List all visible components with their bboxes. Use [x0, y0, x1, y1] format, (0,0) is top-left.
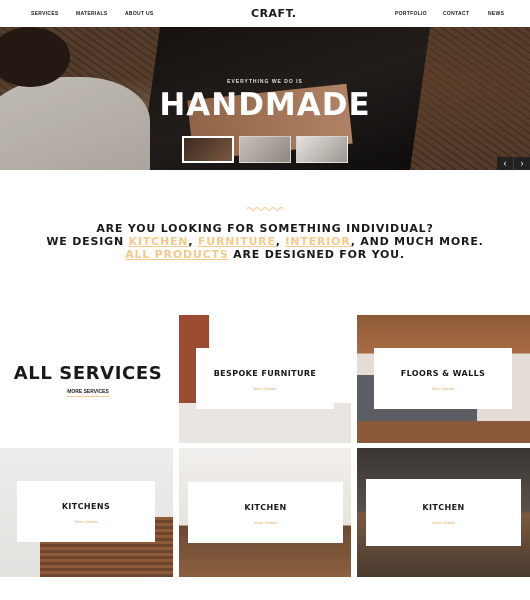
service-card-title: FLOORS & WALLS — [400, 369, 486, 378]
hero-eyebrow: EVERYTHING WE DO IS — [227, 79, 303, 85]
hero-thumbnail-1[interactable] — [182, 136, 234, 163]
service-card[interactable]: KITCHENS More Details — [17, 481, 155, 542]
hero-thumbnail-3[interactable] — [296, 136, 348, 163]
site-logo[interactable]: CRAFT. — [251, 7, 297, 20]
intro-much-more: , AND MUCH MORE. — [350, 235, 484, 248]
nav-contact[interactable]: CONTACT — [443, 11, 469, 17]
service-tile-bespoke-furniture[interactable]: BESPOKE FURNITURE More Details — [179, 315, 351, 443]
link-interior[interactable]: INTERIOR — [285, 235, 350, 248]
slider-next-icon[interactable]: › — [514, 157, 530, 170]
service-tile-floors-walls[interactable]: FLOORS & WALLS More Details — [357, 315, 530, 443]
link-furniture[interactable]: FURNITURE — [198, 235, 276, 248]
hero-thumbnail-2[interactable] — [239, 136, 291, 163]
service-card[interactable]: FLOORS & WALLS More Details — [374, 348, 512, 409]
hero-slider: EVERYTHING WE DO IS HANDMADE ‹ › — [0, 27, 530, 170]
tile-floor-image — [357, 421, 530, 443]
intro-line-1: ARE YOU LOOKING FOR SOMETHING INDIVIDUAL… — [96, 222, 434, 235]
service-tile-kitchen-2[interactable]: KITCHEN More Details — [357, 448, 530, 577]
service-card-more-link[interactable]: More Details — [17, 519, 155, 524]
nav-services[interactable]: SERVICES — [31, 11, 59, 17]
intro-line-3: ALL PRODUCTS ARE DESIGNED FOR YOU. — [0, 248, 530, 261]
service-card-title: BESPOKE FURNITURE — [213, 369, 317, 378]
nav-about-us[interactable]: ABOUT US — [125, 11, 154, 17]
more-services-link[interactable]: MORE SERVICES — [0, 389, 176, 397]
nav-materials[interactable]: MATERIALS — [76, 11, 108, 17]
slider-prev-icon[interactable]: ‹ — [497, 157, 513, 170]
service-card-more-link[interactable]: More Details — [196, 386, 334, 391]
intro-we-design: WE DESIGN — [46, 235, 129, 248]
service-card-title: KITCHEN — [244, 503, 287, 512]
intro-line-2: WE DESIGN KITCHEN, FURNITURE, INTERIOR, … — [46, 235, 484, 248]
hero-title: HANDMADE — [159, 87, 371, 123]
tile-floor-image — [179, 403, 351, 443]
link-all-products[interactable]: ALL PRODUCTS — [125, 248, 228, 261]
squiggle-divider-icon — [247, 207, 283, 211]
nav-news[interactable]: NEWS — [488, 11, 504, 17]
nav-portfolio[interactable]: PORTFOLIO — [395, 11, 427, 17]
services-title: ALL SERVICES — [13, 363, 163, 384]
service-card-title: KITCHENS — [61, 502, 111, 511]
service-card-title: KITCHEN — [422, 503, 465, 512]
service-tile-kitchen[interactable]: KITCHEN More Details — [179, 448, 351, 577]
service-card-more-link[interactable]: More Details — [366, 520, 521, 525]
service-tile-kitchens[interactable]: KITCHENS More Details — [0, 448, 173, 577]
more-services-label[interactable]: MORE SERVICES — [67, 389, 109, 397]
link-kitchen[interactable]: KITCHEN — [129, 235, 189, 248]
service-card-more-link[interactable]: More Details — [188, 520, 343, 525]
service-card[interactable]: KITCHEN More Details — [188, 482, 343, 543]
service-card[interactable]: BESPOKE FURNITURE More Details — [196, 348, 334, 409]
service-card-more-link[interactable]: More Details — [374, 386, 512, 391]
top-navigation: SERVICES MATERIALS ABOUT US CRAFT. PORTF… — [0, 0, 530, 27]
intro-designed-for-you: ARE DESIGNED FOR YOU. — [228, 248, 405, 261]
service-card[interactable]: KITCHEN More Details — [366, 479, 521, 546]
